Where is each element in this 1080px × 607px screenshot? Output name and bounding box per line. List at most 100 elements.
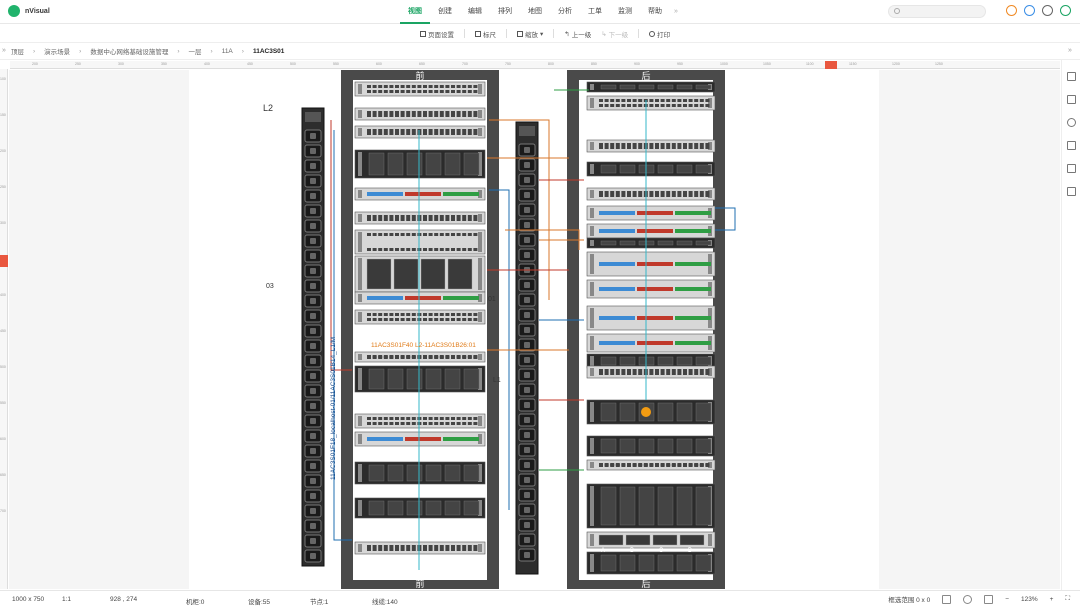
back-device-port xyxy=(694,143,699,146)
front-device-port-strip xyxy=(367,296,403,300)
front-device-port xyxy=(378,215,383,218)
front-device-port xyxy=(378,417,383,420)
breadcrumb-item[interactable]: 11AC3S01 xyxy=(248,48,289,55)
layers-icon[interactable] xyxy=(1066,164,1076,173)
breadcrumb-item[interactable]: 11A xyxy=(217,48,238,55)
pan-icon[interactable] xyxy=(963,594,973,604)
front-device-port xyxy=(411,313,416,316)
collapse-left-icon[interactable]: » xyxy=(2,47,6,54)
front-device-port xyxy=(451,215,455,218)
alert-icon xyxy=(641,407,651,417)
grid-icon[interactable] xyxy=(1066,72,1076,81)
menu-more-icon[interactable]: » xyxy=(670,0,682,24)
back-device-module xyxy=(676,486,693,526)
ruler-tick-label: 350 xyxy=(161,62,167,66)
ruler-button[interactable]: 标尺 xyxy=(475,29,496,39)
front-device-ear xyxy=(358,152,362,176)
back-device-port xyxy=(621,99,626,102)
front-device-port xyxy=(445,545,450,548)
back-device-module xyxy=(695,84,712,90)
breadcrumb-item[interactable]: 演示场景 xyxy=(39,46,75,56)
list-icon[interactable] xyxy=(1066,95,1076,104)
front-device-port xyxy=(378,248,383,251)
front-device-port xyxy=(406,90,411,93)
menu-item-5[interactable]: 分析 xyxy=(550,0,580,24)
breadcrumb-item[interactable]: 数据中心网络基础设施管理 xyxy=(85,46,173,56)
front-device-port xyxy=(456,85,461,88)
front-device-port xyxy=(456,417,461,420)
front-device-port xyxy=(367,132,371,135)
front-device-port xyxy=(434,417,439,420)
zoom-in-button[interactable]: + xyxy=(1050,596,1054,603)
print-label: 打印 xyxy=(657,31,671,39)
front-device-port xyxy=(473,318,478,321)
breadcrumb-item[interactable]: 顶层 xyxy=(6,46,29,56)
front-device-port xyxy=(445,111,450,114)
front-device-port xyxy=(439,545,444,548)
menu-item-7[interactable]: 监测 xyxy=(610,0,640,24)
back-device-port xyxy=(632,194,637,197)
fit-page-icon[interactable] xyxy=(942,594,952,604)
back-device-module xyxy=(657,554,674,572)
back-device-port xyxy=(660,146,665,149)
zoom-dropdown[interactable]: 缩放 ▾ xyxy=(517,29,543,39)
expand-icon[interactable]: ⛶ xyxy=(1065,595,1070,603)
path-icon[interactable] xyxy=(1066,141,1076,150)
breadcrumb-item[interactable]: 一层 xyxy=(184,46,207,56)
back-device-port xyxy=(666,99,671,102)
back-device-port xyxy=(683,104,687,107)
page-setup-button[interactable]: 页面设置 xyxy=(420,29,454,39)
front-device-port xyxy=(423,318,427,321)
front-device-port xyxy=(411,90,416,93)
drawing-canvas[interactable]: 前前后后 A B C D L2 03 01 L1 11AC3S01F40 L2-11AC3S01B… xyxy=(9,70,1060,589)
back-device-ear xyxy=(590,356,594,366)
clock-icon[interactable] xyxy=(1006,5,1017,16)
fullscreen-icon[interactable] xyxy=(984,594,994,604)
menu-item-0[interactable]: 视图 xyxy=(400,0,430,24)
down-level-button[interactable]: ↳ 下一级 xyxy=(601,29,628,39)
front-device-port xyxy=(400,114,405,117)
back-device-port xyxy=(683,194,687,197)
back-device-ear xyxy=(590,282,594,296)
rack-diagram[interactable]: 前前后后A B C DL20301L111AC3S01F40 L2-11AC3S01B… xyxy=(9,70,1060,589)
info-icon[interactable] xyxy=(1024,5,1035,16)
back-device-port xyxy=(699,143,704,146)
up-level-button[interactable]: ↰ 上一级 xyxy=(564,29,591,39)
back-device-ear xyxy=(590,164,594,174)
horizontal-ruler[interactable]: 200 250 300 350 400 450 500 550 600 650 700 750 800 8… xyxy=(10,61,1060,69)
zoom-out-button[interactable]: − xyxy=(1005,596,1009,603)
back-device-port xyxy=(655,194,659,197)
front-device-port xyxy=(378,111,383,114)
gear-icon[interactable] xyxy=(1042,5,1053,16)
front-device-port xyxy=(439,132,444,135)
menu-item-8[interactable]: 帮助 xyxy=(640,0,670,24)
menu-item-1[interactable]: 创建 xyxy=(430,0,460,24)
front-device-module xyxy=(387,152,404,176)
network-icon[interactable] xyxy=(1066,118,1076,127)
pdu-left-socket-icon xyxy=(310,478,316,484)
ruler-tick-label: 150 xyxy=(0,113,6,117)
ruler-tick-label: 750 xyxy=(505,62,511,66)
back-device-drive-bay xyxy=(625,534,651,546)
vertical-ruler[interactable]: 100150200250300350400450500550600650700 xyxy=(0,69,8,589)
app-logo[interactable]: nVisual xyxy=(8,5,50,17)
back-device-module xyxy=(619,240,636,246)
back-device-port xyxy=(638,372,643,375)
collapse-right-icon[interactable]: » xyxy=(1068,47,1072,54)
menu-item-6[interactable]: 工单 xyxy=(580,0,610,24)
top-bar: nVisual 视图 创建 编辑 排列 地图 分析 工单 监测 帮助» xyxy=(0,0,1080,24)
back-device-module xyxy=(676,402,693,422)
search-input[interactable] xyxy=(888,5,986,18)
menu-item-3[interactable]: 排列 xyxy=(490,0,520,24)
back-device-module xyxy=(600,356,617,366)
monitor-icon[interactable] xyxy=(1066,187,1076,196)
pdu-middle-socket-icon xyxy=(524,282,530,288)
menu-item-2[interactable]: 编辑 xyxy=(460,0,490,24)
front-device-port xyxy=(411,114,416,117)
print-button[interactable]: 打印 xyxy=(649,29,670,39)
menu-item-4[interactable]: 地图 xyxy=(520,0,550,24)
back-device-port-strip xyxy=(675,229,711,233)
back-device-module xyxy=(676,164,693,174)
app-name: nVisual xyxy=(25,7,50,15)
user-icon[interactable] xyxy=(1060,5,1071,16)
